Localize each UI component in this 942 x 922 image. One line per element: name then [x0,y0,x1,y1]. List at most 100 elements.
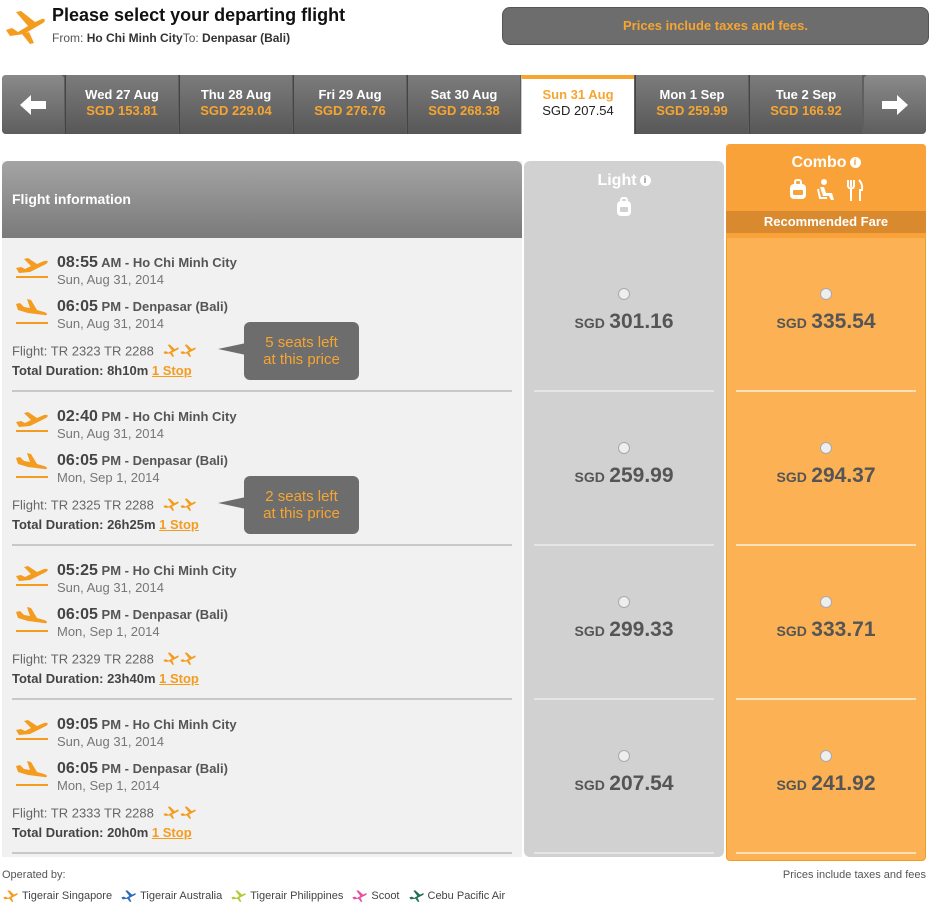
page-title: Please select your departing flight [52,5,346,25]
departure-city: - Ho Chi Minh City [124,255,237,270]
arrival-time-line: 06:05 PM - Denpasar (Bali) [57,452,228,470]
duration-text: Total Duration: 23h40m [12,671,156,686]
departure-city: - Ho Chi Minh City [124,563,237,578]
date-tab[interactable]: Fri 29 Aug SGD 276.76 [293,75,406,134]
stops-link[interactable]: 1 Stop [152,363,192,378]
tigerair-plane-icon [162,652,179,665]
currency-code: SGD [776,469,807,485]
price-value: 259.99 [609,464,674,487]
operator-icons [162,342,196,362]
date-tab-price: SGD 153.81 [86,103,158,118]
date-tab[interactable]: Tue 2 Sep SGD 166.92 [749,75,862,134]
duration-text: Total Duration: 20h0m [12,825,149,840]
light-fare-price: SGD 301.16 [524,310,724,334]
light-fare-price: SGD 207.54 [524,772,724,796]
light-fare-radio[interactable] [618,288,630,300]
arrival-time: 06:05 [57,760,98,777]
arrival-city: - Denpasar (Bali) [124,761,228,776]
arrival-city: - Denpasar (Bali) [124,453,228,468]
row-divider [12,852,512,854]
price-value: 294.37 [811,464,876,487]
date-tab-date: Mon 1 Sep [659,87,725,102]
departure-date: Sun, Aug 31, 2014 [57,272,164,287]
prev-dates-button[interactable] [2,75,64,134]
info-icon[interactable]: i [849,157,861,169]
combo-fare-option[interactable]: SGD 241.92 [726,700,926,854]
operator-icons [162,650,196,670]
arrival-ampm: PM [101,761,122,776]
currency-code: SGD [776,777,807,793]
total-duration: Total Duration: 26h25m 1 Stop [12,517,199,532]
airline-name: Tigerair Singapore [22,890,113,902]
flight-number-text: Flight: TR 2325 TR 2288 [12,497,154,513]
combo-fare-radio[interactable] [820,442,832,454]
light-fare-price: SGD 299.33 [524,618,724,642]
tax-notice: Prices include taxes and fees. [502,7,929,45]
seats-left-callout: 5 seats left at this price [218,322,359,380]
departure-time: 05:25 [57,562,98,579]
date-tab-date: Tue 2 Sep [775,87,837,102]
airline-plane-icon [408,890,424,902]
arrival-city: - Denpasar (Bali) [124,299,228,314]
light-fare-option[interactable]: SGD 301.16 [524,238,724,392]
arrival-time: 06:05 [57,452,98,469]
flight-numbers: Flight: TR 2333 TR 2288 [12,804,196,824]
seats-left-callout: 2 seats left at this price [218,476,359,534]
to-label: To: [182,31,199,45]
departure-plane-icon [16,258,48,278]
date-tab[interactable]: Mon 1 Sep SGD 259.99 [635,75,748,134]
light-fare-option[interactable]: SGD 259.99 [524,392,724,546]
operator-icons [162,496,196,516]
currency-code: SGD [776,315,807,331]
meal-icon [847,179,864,201]
light-fare-option[interactable]: SGD 207.54 [524,700,724,854]
date-tab[interactable]: Wed 27 Aug SGD 153.81 [65,75,178,134]
date-tab-date: Thu 28 Aug [200,87,272,102]
combo-fare-option[interactable]: SGD 335.54 [726,238,926,392]
combo-fare-radio[interactable] [820,596,832,608]
arrival-time: 06:05 [57,298,98,315]
arrival-city: - Denpasar (Bali) [124,607,228,622]
info-icon[interactable]: i [639,175,651,187]
backpack-icon [617,197,631,216]
departure-plane-icon [16,566,48,586]
departure-date: Sun, Aug 31, 2014 [57,580,164,595]
tigerair-plane-icon [162,344,179,357]
date-tab[interactable]: Thu 28 Aug SGD 229.04 [179,75,292,134]
departure-time-line: 08:55 AM - Ho Chi Minh City [57,254,237,272]
light-fare-option[interactable]: SGD 299.33 [524,546,724,700]
flight-info-header: Flight information [2,161,522,238]
arrival-ampm: PM [101,453,122,468]
date-tab[interactable]: Sat 30 Aug SGD 268.38 [407,75,520,134]
arrival-date: Mon, Sep 1, 2014 [57,470,160,485]
arrival-plane-icon [16,453,48,478]
combo-fare-price: SGD 333.71 [726,618,926,642]
combo-fare-radio[interactable] [820,288,832,300]
combo-fare-option[interactable]: SGD 333.71 [726,546,926,700]
light-fare-radio[interactable] [618,750,630,762]
departure-date: Sun, Aug 31, 2014 [57,426,164,441]
stops-link[interactable]: 1 Stop [152,825,192,840]
arrival-date: Sun, Aug 31, 2014 [57,316,164,331]
airline-plane-icon [121,890,136,902]
date-tab-price: SGD 276.76 [314,103,386,118]
combo-fare-price: SGD 241.92 [726,772,926,796]
duration-text: Total Duration: 26h25m [12,517,156,532]
combo-fare-option[interactable]: SGD 294.37 [726,392,926,546]
flight-number-text: Flight: TR 2333 TR 2288 [12,805,154,821]
combo-fare-title: Combo [791,154,847,171]
tigerair-plane-icon [162,806,179,819]
arrow-right-icon [882,94,908,115]
date-tab[interactable]: Sun 31 Aug SGD 207.54 [521,75,634,134]
light-fare-radio[interactable] [618,442,630,454]
operated-by-label: Operated by: [2,869,66,881]
light-fare-radio[interactable] [618,596,630,608]
price-value: 207.54 [609,772,674,795]
next-dates-button[interactable] [864,75,926,134]
stops-link[interactable]: 1 Stop [159,517,199,532]
departure-city: - Ho Chi Minh City [124,717,237,732]
departure-plane-icon [16,720,48,740]
total-duration: Total Duration: 20h0m 1 Stop [12,825,192,840]
stops-link[interactable]: 1 Stop [159,671,199,686]
combo-fare-radio[interactable] [820,750,832,762]
